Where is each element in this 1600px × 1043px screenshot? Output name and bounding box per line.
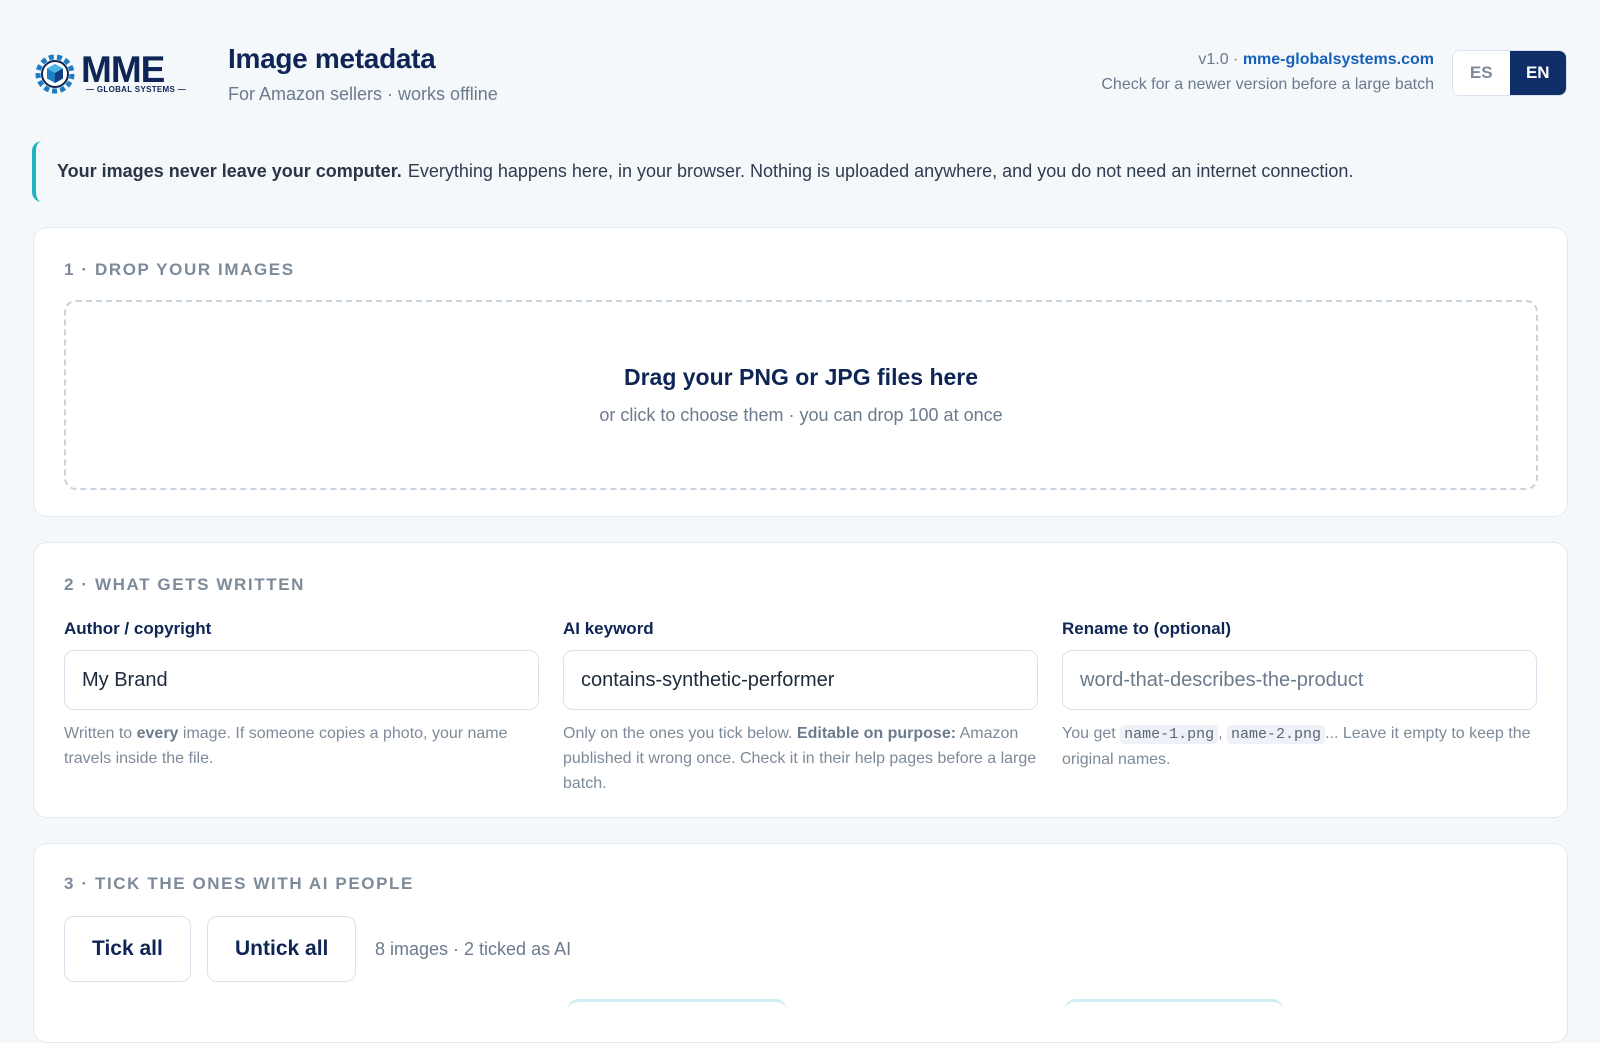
step-title: 2 · WHAT GETS WRITTEN [64,575,306,594]
rename-help-text: You get [1062,725,1121,742]
rename-help-sep: , [1218,725,1228,742]
dropzone-heading: Drag your PNG or JPG files here [623,364,979,390]
version-note: Check for a newer version before a large… [1101,76,1434,93]
step-title: 1 · DROP YOUR IMAGES [64,260,295,279]
author-label: Author / copyright [64,619,212,638]
author-input[interactable] [64,650,539,710]
rename-input[interactable] [1062,650,1537,710]
rename-label: Rename to (optional) [1062,619,1232,638]
ai-keyword-help-emphasis: Editable on purpose: [796,725,957,742]
author-help-emphasis: every [136,725,179,742]
step-drop-images: 1 · DROP YOUR IMAGES Drag your PNG or JP… [33,227,1568,517]
page-title: Image metadata [228,43,436,74]
ai-keyword-input[interactable] [563,650,1038,710]
logo-wordmark: MME [81,49,165,90]
privacy-notice: Your images never leave your computer. E… [32,141,1568,202]
notice-bold: Your images never leave your computer. [57,161,402,181]
author-help: Written to every image. If someone copie… [64,721,539,771]
untick-all-button[interactable]: Untick all [207,916,357,982]
logo-tagline: — GLOBAL SYSTEMS — [86,85,186,94]
language-switcher: ES EN [1452,50,1567,96]
tick-all-button[interactable]: Tick all [64,916,191,982]
step-tick-ai-people: 3 · TICK THE ONES WITH AI PEOPLE Tick al… [33,843,1568,1043]
lang-en-button[interactable]: EN [1509,51,1566,95]
page-subtitle: For Amazon sellers · works offline [228,84,498,104]
rename-example-2: name-2.png [1227,725,1326,744]
step-title: 3 · TICK THE ONES WITH AI PEOPLE [64,874,414,893]
ai-keyword-help: Only on the ones you tick below. Editabl… [563,721,1038,796]
site-link[interactable]: mme-globalsystems.com [1243,51,1434,68]
rename-field-group: Rename to (optional) You get name-1.png,… [1062,619,1537,772]
image-count-status: 8 images · 2 ticked as AI [375,939,572,959]
author-field-group: Author / copyright Written to every imag… [64,619,539,771]
version-label: v1.0 · [1198,51,1243,68]
image-card-edge [1064,999,1284,1019]
version-line: v1.0 · mme-globalsystems.com [1198,51,1434,69]
ai-keyword-label: AI keyword [563,619,654,638]
ai-keyword-field-group: AI keyword Only on the ones you tick bel… [563,619,1038,796]
rename-help: You get name-1.png, name-2.png... Leave … [1062,721,1537,772]
ai-keyword-help-text: Only on the ones you tick below. [563,725,797,742]
rename-example-1: name-1.png [1120,725,1219,744]
notice-text: Everything happens here, in your browser… [407,161,1354,181]
image-card-edge [567,999,787,1019]
gear-cube-logo-icon [35,54,75,94]
step-what-gets-written: 2 · WHAT GETS WRITTEN Author / copyright… [33,542,1568,818]
lang-es-button[interactable]: ES [1453,51,1510,95]
file-dropzone[interactable]: Drag your PNG or JPG files here or click… [64,300,1538,490]
app-header: MME — GLOBAL SYSTEMS — Image metadata Fo… [0,0,1600,130]
dropzone-hint: or click to choose them · you can drop 1… [599,405,1003,425]
brand-logo: MME — GLOBAL SYSTEMS — [34,50,194,98]
author-help-text: Written to [64,725,137,742]
